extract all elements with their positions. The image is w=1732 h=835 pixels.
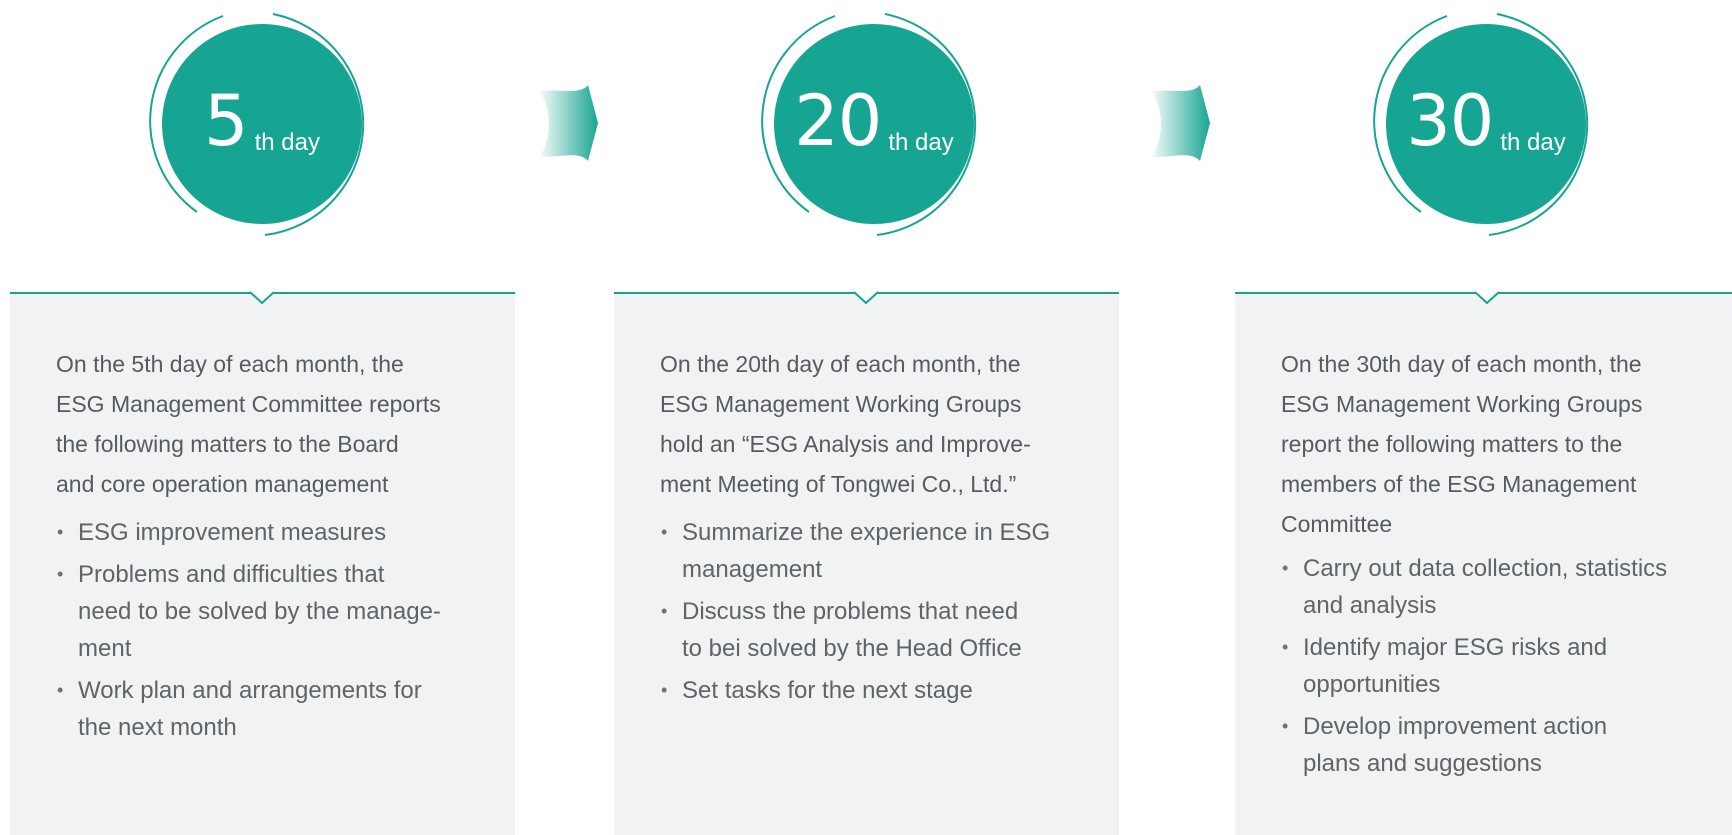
day-suffix: th day bbox=[888, 129, 954, 156]
day-20-card: On the 20th day of each month, the ESG M… bbox=[614, 291, 1119, 835]
card-pointer bbox=[1475, 291, 1499, 305]
list-item: • Discuss the problems that need to bei s… bbox=[661, 598, 1022, 662]
arrow-right-icon bbox=[1152, 85, 1210, 161]
list-item: • Identify major ESG risks and opportunit… bbox=[1282, 634, 1608, 698]
card-pointer bbox=[854, 291, 878, 305]
list-item: • Problems and difficulties that need to … bbox=[57, 561, 441, 662]
day-30-card: On the 30th day of each month, the ESG M… bbox=[1235, 291, 1732, 835]
card-intro: On the 20th day of each month, the ESG M… bbox=[660, 351, 1031, 497]
card-list: • Carry out data collection, statistics a… bbox=[1281, 550, 1702, 787]
list-item: • Develop improvement action plans and su… bbox=[1282, 713, 1608, 777]
day-number: 20 bbox=[794, 80, 882, 162]
list-item: • Carry out data collection, statistics a… bbox=[1282, 555, 1668, 619]
card-list: • ESG improvement measures • Problems and … bbox=[56, 514, 485, 751]
list-item: • Set tasks for the next stage bbox=[661, 677, 973, 704]
card-intro: On the 5th day of each month, the ESG Ma… bbox=[56, 351, 441, 497]
card-intro: On the 30th day of each month, the ESG M… bbox=[1281, 351, 1643, 537]
list-item: • ESG improvement measures bbox=[57, 519, 387, 546]
day-5-card: On the 5th day of each month, the ESG Ma… bbox=[10, 291, 515, 835]
list-item: • Work plan and arrangements for the next… bbox=[57, 677, 422, 741]
day-30-badge: 30 th day bbox=[1356, 0, 1616, 260]
card-list: • Summarize the experience in ESG managem… bbox=[660, 514, 1089, 714]
arrow-right-icon bbox=[540, 85, 598, 161]
day-20-badge: 20 th day bbox=[744, 0, 1004, 260]
list-item: • Summarize the experience in ESG managem… bbox=[661, 519, 1051, 583]
day-number: 5 bbox=[204, 80, 249, 162]
day-suffix: th day bbox=[1500, 129, 1566, 156]
day-suffix: th day bbox=[254, 129, 320, 156]
day-5-badge: 5 th day bbox=[132, 0, 392, 260]
day-number: 30 bbox=[1406, 80, 1494, 162]
card-pointer bbox=[250, 291, 274, 305]
